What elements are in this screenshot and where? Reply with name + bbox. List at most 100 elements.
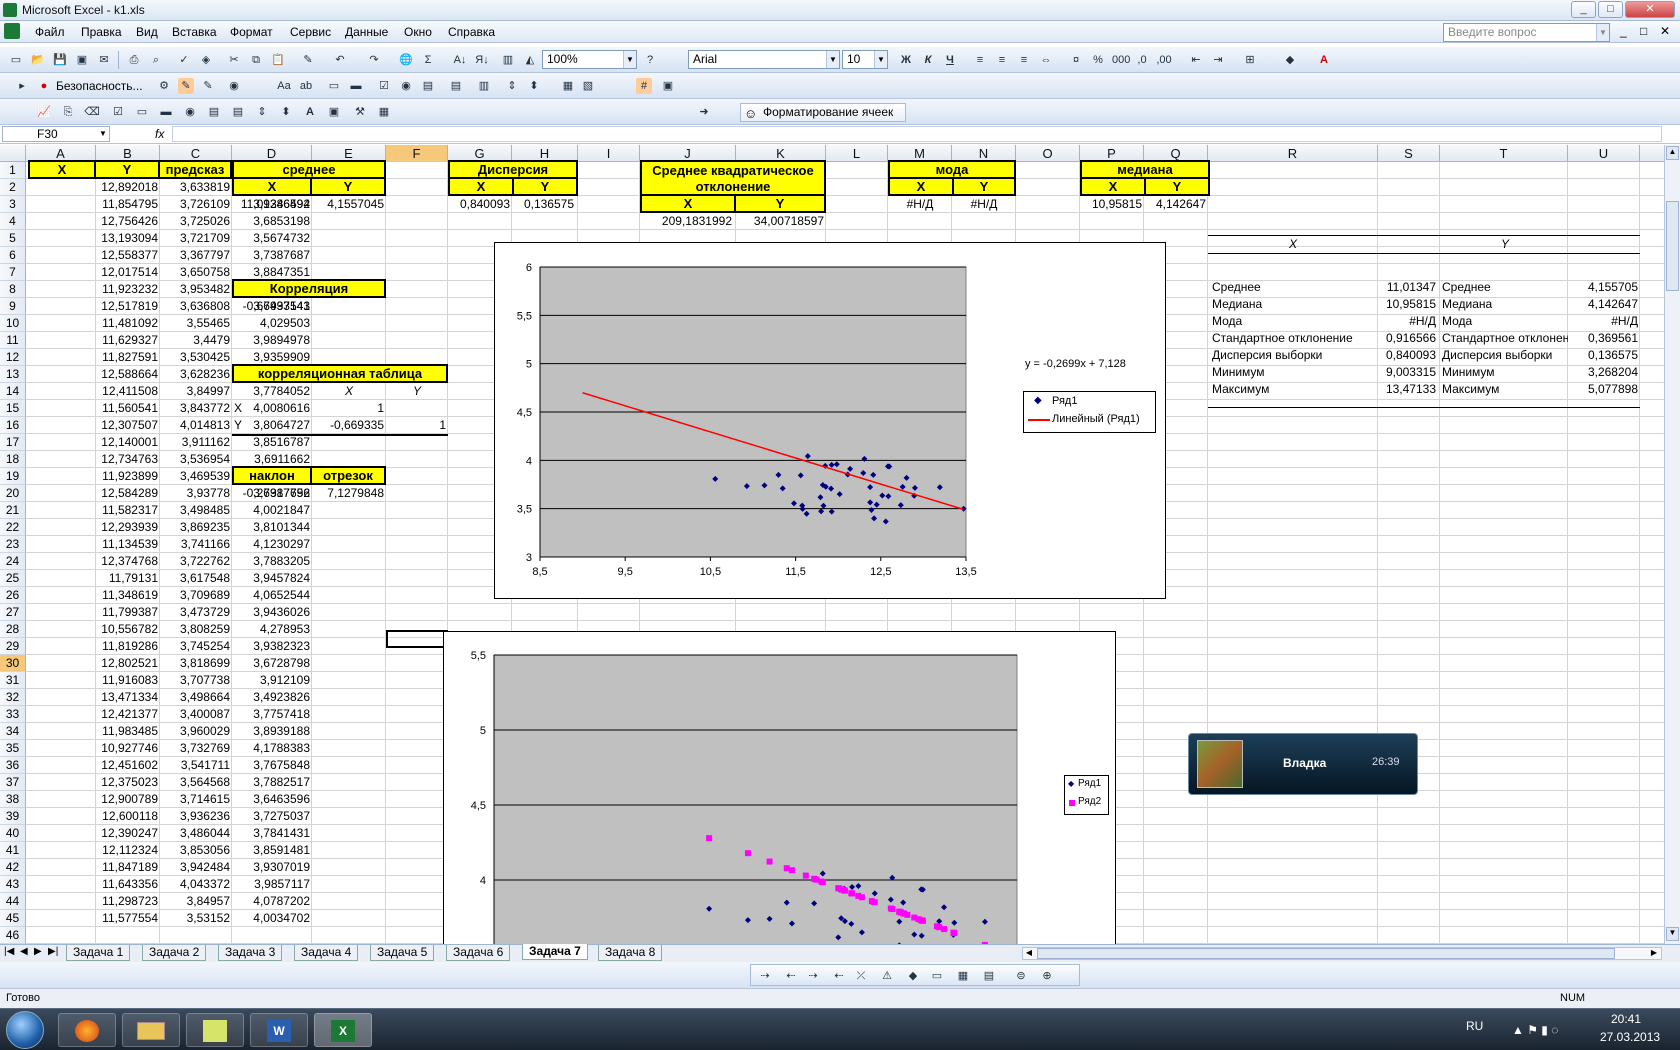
table-cell[interactable]: 12,140001 <box>96 434 160 451</box>
stats-cell[interactable]: Стандартное отклонен <box>1440 330 1568 347</box>
table-cell[interactable]: 3,722762 <box>160 553 232 570</box>
doc-minimize-button[interactable]: _ <box>1620 24 1627 38</box>
table-cell[interactable]: 12,375023 <box>96 774 160 791</box>
table-cell[interactable]: 3,367797 <box>160 247 232 264</box>
hdr-med-y[interactable]: Y <box>1144 177 1210 196</box>
cell-med-x[interactable]: 10,95815 <box>1080 196 1144 213</box>
table-cell[interactable]: 11,481092 <box>96 315 160 332</box>
excel-app[interactable]: X <box>314 1013 372 1047</box>
combolist-icon[interactable]: ▥ <box>476 78 492 94</box>
table-cell[interactable]: 3,636808 <box>160 298 232 315</box>
table-cell[interactable]: 3,7784052 <box>232 383 312 400</box>
combo-icon[interactable]: ▤ <box>448 78 464 94</box>
row-header[interactable]: 45 <box>0 910 26 927</box>
hdr-otrezok[interactable]: отрезок <box>310 466 386 485</box>
row-header[interactable]: 21 <box>0 502 26 519</box>
active-cell-f30[interactable] <box>386 630 448 648</box>
spelling-icon[interactable]: ✓ <box>176 52 192 68</box>
table-cell[interactable]: 12,584289 <box>96 485 160 502</box>
trace-precedents-icon[interactable]: ⇢ <box>757 968 773 984</box>
align-right-icon[interactable]: ≡ <box>1016 52 1032 68</box>
fx-icon[interactable]: fx <box>155 127 164 141</box>
row-header[interactable]: 8 <box>0 281 26 298</box>
spreadsheet-grid[interactable]: ABCDEFGHIJKLMNOPQRSTU 1 2 3 4 5 6 7 8 9 10 11 12 13 1… <box>0 145 1664 945</box>
autosum-icon[interactable]: Σ <box>420 52 436 68</box>
kt-cell-21[interactable]: -0,669335 <box>312 417 386 434</box>
trace-error-icon[interactable]: ⚠ <box>879 968 895 984</box>
table-cell[interactable]: 3,5674732 <box>232 230 312 247</box>
table-cell[interactable]: 12,756426 <box>96 213 160 230</box>
table-cell[interactable]: 3,7883205 <box>232 553 312 570</box>
table-cell[interactable]: 3,93778 <box>160 485 232 502</box>
sheet-tab[interactable]: Задача 6 <box>446 945 511 961</box>
stats-cell[interactable]: 0,369561 <box>1568 330 1640 347</box>
hdr-predskaz[interactable]: предсказ <box>158 160 232 179</box>
arrow-right-icon[interactable]: ➜ <box>696 104 712 120</box>
checkbox-icon[interactable]: ☑ <box>376 78 392 94</box>
list-icon[interactable]: ▤ <box>420 78 436 94</box>
scroll-down-icon[interactable]: ▼ <box>1666 927 1679 941</box>
design-mode-icon[interactable]: ✎ <box>178 78 194 94</box>
tray-icons[interactable]: ▲ ⚑ ▮ ◌ <box>1512 1023 1558 1037</box>
table-cell[interactable]: 3,55465 <box>160 315 232 332</box>
sort-asc-icon[interactable]: A↓ <box>452 52 468 68</box>
row-header[interactable]: 16 <box>0 417 26 434</box>
sheet-tab[interactable]: Задача 4 <box>294 945 359 961</box>
label-icon[interactable]: Aa <box>276 78 292 94</box>
col-header-L[interactable]: L <box>826 145 888 162</box>
table-cell[interactable]: 12,307507 <box>96 417 160 434</box>
sheet-tab[interactable]: Задача 5 <box>370 945 435 961</box>
percent-icon[interactable]: % <box>1090 52 1106 68</box>
stats-cell[interactable]: Мода <box>1210 313 1380 330</box>
table-cell[interactable]: 3,725026 <box>160 213 232 230</box>
option2-icon[interactable]: ◉ <box>182 104 198 120</box>
stats-cell[interactable]: Максимум <box>1440 381 1568 398</box>
table-cell[interactable]: 3,912109 <box>232 672 312 689</box>
toggle-icon[interactable]: ▣ <box>660 78 676 94</box>
row-header[interactable]: 28 <box>0 621 26 638</box>
kt-row-x[interactable]: X <box>232 400 292 417</box>
table-cell[interactable]: 4,278953 <box>232 621 312 638</box>
excel-doc-icon[interactable] <box>4 23 20 39</box>
table-cell[interactable]: 3,9857117 <box>232 876 312 893</box>
table-cell[interactable]: 3,564568 <box>160 774 232 791</box>
delete-icon[interactable]: ⌫ <box>84 104 100 120</box>
scroll-thumb[interactable] <box>1666 201 1679 291</box>
checkbox2-icon[interactable]: ☑ <box>110 104 126 120</box>
cell-mean-x[interactable]: 11,01346594 <box>232 196 312 213</box>
h-scroll-thumb[interactable] <box>1037 948 1615 959</box>
sheet-tab[interactable]: Задача 7 <box>522 944 588 960</box>
table-cell[interactable]: 12,802521 <box>96 655 160 672</box>
cell-disp-x[interactable]: 0,840093 <box>448 196 512 213</box>
italic-icon[interactable]: К <box>920 52 936 68</box>
next-sheet-icon[interactable]: ▶ <box>34 946 42 957</box>
row-header[interactable]: 19 <box>0 468 26 485</box>
menu-data[interactable]: Данные <box>345 25 388 39</box>
chart-1-legend[interactable]: ◆ Ряд1 Линейный (Ряд1) <box>1023 391 1156 433</box>
table-cell[interactable]: 11,983485 <box>96 723 160 740</box>
table-cell[interactable]: 12,112324 <box>96 842 160 859</box>
table-cell[interactable]: 12,600118 <box>96 808 160 825</box>
table-cell[interactable]: 3,936236 <box>160 808 232 825</box>
align-left-icon[interactable]: ≡ <box>972 52 988 68</box>
stats-cell[interactable]: 10,95815 <box>1378 296 1438 313</box>
row-header[interactable]: 25 <box>0 570 26 587</box>
hdr-sko-y[interactable]: Y <box>734 194 826 213</box>
cell-med-y[interactable]: 4,142647 <box>1144 196 1208 213</box>
row-header[interactable]: 15 <box>0 400 26 417</box>
increase-indent-icon[interactable]: ⇥ <box>1210 52 1226 68</box>
menu-tools[interactable]: Сервис <box>290 25 331 39</box>
table-cell[interactable]: 3,709689 <box>160 587 232 604</box>
button-icon[interactable]: ▬ <box>348 78 364 94</box>
undo-icon[interactable]: ↶ <box>332 52 348 68</box>
row-header[interactable]: 22 <box>0 519 26 536</box>
table-cell[interactable]: 12,892018 <box>96 179 160 196</box>
stats-cell[interactable]: Минимум <box>1440 364 1568 381</box>
stats-cell[interactable]: 9,003315 <box>1378 364 1438 381</box>
row-header[interactable]: 11 <box>0 332 26 349</box>
edit-icon[interactable]: ✎ <box>200 78 216 94</box>
table-cell[interactable]: 3,530425 <box>160 349 232 366</box>
sheet-tab[interactable]: Задача 8 <box>598 945 663 961</box>
table-cell[interactable]: 3,9894978 <box>232 332 312 349</box>
table-cell[interactable]: 3,628236 <box>160 366 232 383</box>
